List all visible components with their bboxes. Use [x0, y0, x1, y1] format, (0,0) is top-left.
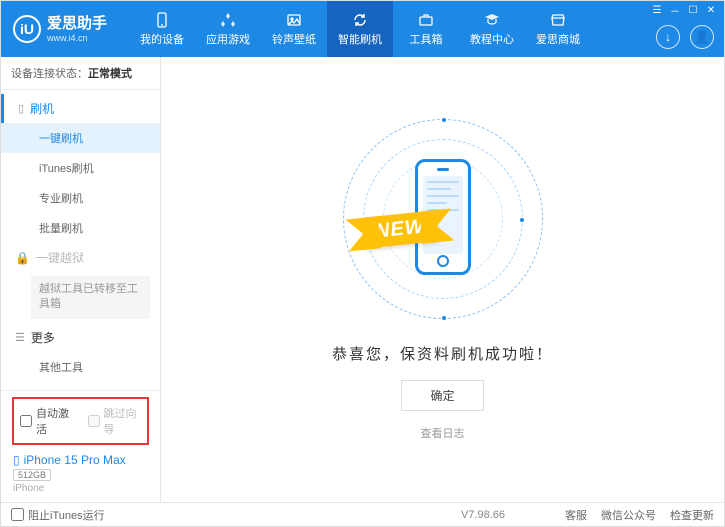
- lock-icon: 🔒: [15, 251, 30, 265]
- footer-update-link[interactable]: 检查更新: [670, 507, 714, 523]
- auto-activate-checkbox[interactable]: 自动激活: [20, 405, 74, 437]
- user-icon[interactable]: 👤: [690, 25, 714, 49]
- phone-small-icon: ▯: [18, 102, 24, 115]
- version-label: V7.98.66: [461, 509, 505, 521]
- close-icon[interactable]: ✕: [704, 3, 718, 17]
- connection-status: 设备连接状态：正常模式: [1, 57, 160, 90]
- device-type: iPhone: [13, 483, 148, 494]
- app-header: iU 爱思助手 www.i4.cn 我的设备 应用游戏 铃声壁纸 智能刷机 工具…: [1, 1, 724, 57]
- logo-area[interactable]: iU 爱思助手 www.i4.cn: [1, 15, 119, 44]
- sidebar-tree: ▯ 刷机 一键刷机 iTunes刷机 专业刷机 批量刷机 🔒 一键越狱 越狱工具…: [1, 90, 160, 390]
- sidebar: 设备连接状态：正常模式 ▯ 刷机 一键刷机 iTunes刷机 专业刷机 批量刷机…: [1, 57, 161, 502]
- view-log-link[interactable]: 查看日志: [421, 425, 465, 441]
- phone-icon: [153, 11, 171, 29]
- menu-icon[interactable]: ☰: [650, 3, 664, 17]
- nav-tutorials[interactable]: 教程中心: [459, 1, 525, 57]
- store-icon: [549, 11, 567, 29]
- window-controls: ☰ － ☐ ✕: [650, 3, 718, 17]
- footer-support-link[interactable]: 客服: [565, 507, 587, 523]
- device-name: iPhone 15 Pro Max: [24, 453, 126, 467]
- device-phone-icon: ▯: [13, 453, 20, 467]
- nav-toolbox[interactable]: 工具箱: [393, 1, 459, 57]
- nav-label: 工具箱: [410, 31, 443, 47]
- header-actions: ↓ 👤: [656, 25, 714, 49]
- nav-flash[interactable]: 智能刷机: [327, 1, 393, 57]
- main-content: NEW 恭喜您，保资料刷机成功啦！ 确定 查看日志: [161, 57, 724, 502]
- minimize-icon[interactable]: －: [668, 3, 682, 17]
- image-icon: [285, 11, 303, 29]
- download-icon[interactable]: ↓: [656, 25, 680, 49]
- group-flash[interactable]: ▯ 刷机: [1, 94, 160, 123]
- nav-ringtones[interactable]: 铃声壁纸: [261, 1, 327, 57]
- group-more[interactable]: ☰ 更多: [1, 323, 160, 352]
- apps-icon: [219, 11, 237, 29]
- sidebar-item-batch-flash[interactable]: 批量刷机: [1, 213, 160, 243]
- skip-guide-checkbox[interactable]: 跳过向导: [88, 405, 142, 437]
- sidebar-item-itunes-flash[interactable]: iTunes刷机: [1, 153, 160, 183]
- sidebar-item-pro-flash[interactable]: 专业刷机: [1, 183, 160, 213]
- group-jailbreak: 🔒 一键越狱: [1, 243, 160, 272]
- main-nav: 我的设备 应用游戏 铃声壁纸 智能刷机 工具箱 教程中心 爱思商城: [129, 1, 591, 57]
- success-message: 恭喜您，保资料刷机成功啦！: [332, 343, 553, 364]
- block-itunes-checkbox[interactable]: 阻止iTunes运行: [11, 507, 105, 523]
- device-info[interactable]: ▯ iPhone 15 Pro Max 512GB iPhone: [9, 451, 152, 496]
- sidebar-item-other-tools[interactable]: 其他工具: [1, 352, 160, 382]
- nav-label: 爱思商城: [536, 31, 580, 47]
- sidebar-item-download-firmware[interactable]: 下载固件: [1, 382, 160, 390]
- ok-button[interactable]: 确定: [401, 380, 483, 411]
- app-title: 爱思助手: [47, 15, 107, 33]
- highlight-box: 自动激活 跳过向导: [12, 397, 149, 445]
- footer-wechat-link[interactable]: 微信公众号: [601, 507, 656, 523]
- nav-apps[interactable]: 应用游戏: [195, 1, 261, 57]
- list-icon: ☰: [15, 331, 25, 344]
- footer: 阻止iTunes运行 V7.98.66 客服 微信公众号 检查更新: [1, 502, 724, 526]
- success-illustration: NEW: [343, 119, 543, 319]
- nav-label: 我的设备: [140, 31, 184, 47]
- sidebar-item-oneclick-flash[interactable]: 一键刷机: [1, 123, 160, 153]
- graduation-icon: [483, 11, 501, 29]
- jailbreak-moved-note[interactable]: 越狱工具已转移至工具箱: [31, 276, 150, 319]
- refresh-icon: [351, 11, 369, 29]
- nav-label: 铃声壁纸: [272, 31, 316, 47]
- logo-icon: iU: [13, 15, 41, 43]
- nav-label: 智能刷机: [338, 31, 382, 47]
- maximize-icon[interactable]: ☐: [686, 3, 700, 17]
- app-subtitle: www.i4.cn: [47, 33, 107, 44]
- nav-store[interactable]: 爱思商城: [525, 1, 591, 57]
- device-storage: 512GB: [13, 469, 51, 481]
- nav-label: 教程中心: [470, 31, 514, 47]
- nav-label: 应用游戏: [206, 31, 250, 47]
- nav-my-device[interactable]: 我的设备: [129, 1, 195, 57]
- briefcase-icon: [417, 11, 435, 29]
